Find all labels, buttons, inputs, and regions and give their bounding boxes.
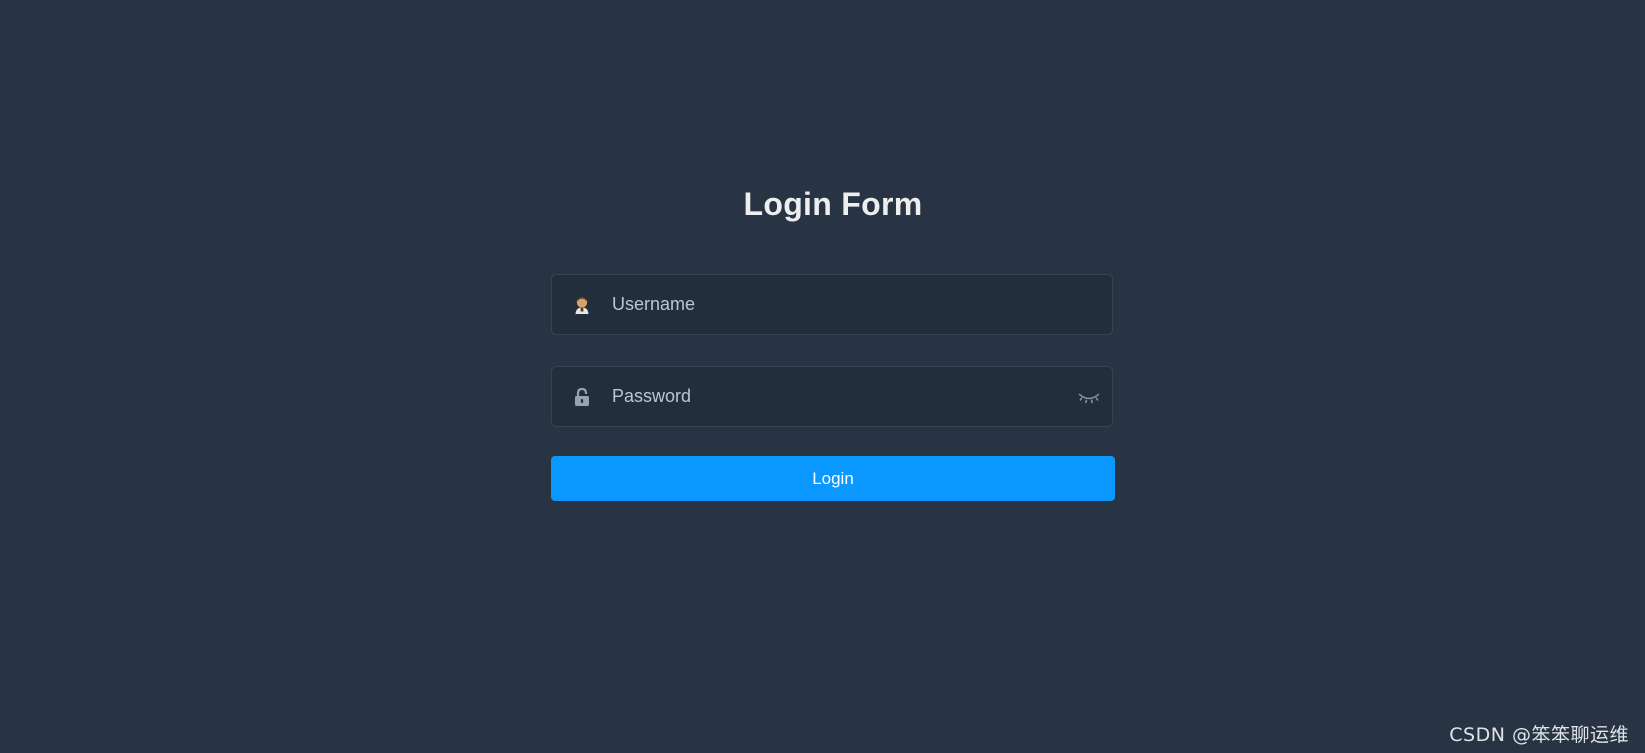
username-input[interactable] xyxy=(612,275,1052,334)
user-icon xyxy=(570,293,594,317)
login-form: Login Form Username Login xyxy=(551,178,1115,501)
login-button[interactable]: Login xyxy=(551,456,1115,501)
eye-closed-icon[interactable] xyxy=(1076,385,1102,409)
login-page: Login Form Username Login CSDN @笨笨聊运维 xyxy=(0,0,1645,753)
username-field[interactable] xyxy=(551,274,1113,335)
password-input[interactable] xyxy=(612,367,1052,426)
lock-icon xyxy=(570,385,594,409)
password-field[interactable] xyxy=(551,366,1113,427)
watermark: CSDN @笨笨聊运维 xyxy=(1449,724,1629,746)
form-title: Login Form xyxy=(743,186,923,222)
